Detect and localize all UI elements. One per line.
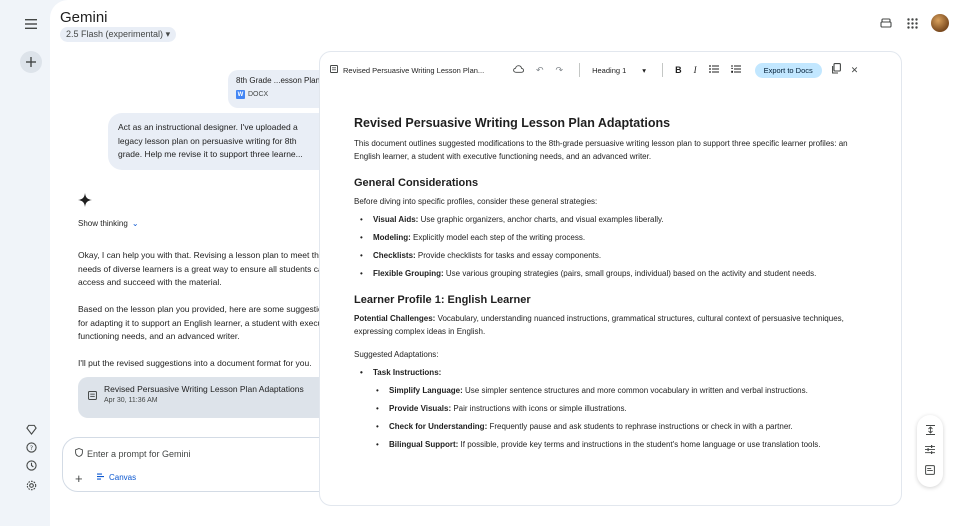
close-icon[interactable]: ✕ xyxy=(851,65,859,76)
adaptations-list: Task Instructions: Simplify Language: Us… xyxy=(354,366,864,451)
prompt-placeholder: Enter a prompt for Gemini xyxy=(87,448,191,459)
suggested-adaptations-label: Suggested Adaptations: xyxy=(354,350,439,359)
text-length-icon[interactable] xyxy=(925,425,935,437)
redo-icon[interactable]: ↷ xyxy=(556,65,564,76)
heading-style-label: Heading 1 xyxy=(592,65,627,75)
section-heading: Learner Profile 1: English Learner xyxy=(354,294,531,306)
list-item: Modeling: Explicitly model each step of … xyxy=(354,231,864,244)
export-to-docs-button[interactable]: Export to Docs xyxy=(754,62,822,78)
bold-button[interactable]: B xyxy=(675,65,682,75)
canvas-toolbar: Revised Persuasive Writing Lesson Plan..… xyxy=(320,52,901,88)
list-item: Check for Understanding: Frequently paus… xyxy=(354,420,864,433)
section-lead: Before diving into specific profiles, co… xyxy=(354,197,598,206)
list-item: Bilingual Support: If possible, provide … xyxy=(354,438,864,451)
copy-icon[interactable] xyxy=(831,63,841,77)
canvas-document-card[interactable]: Revised Persuasive Writing Lesson Plan A… xyxy=(78,377,341,418)
suggest-edits-icon[interactable] xyxy=(925,464,935,477)
list-item: Simplify Language: Use simpler sentence … xyxy=(354,384,864,397)
document-icon xyxy=(88,391,97,402)
response-paragraph: Based on the lesson plan you provided, h… xyxy=(78,304,336,341)
show-thinking-label: Show thinking xyxy=(78,219,128,228)
chevron-down-icon: ⌄ xyxy=(131,219,139,228)
model-selector[interactable]: 2.5 Flash (experimental) ▾ xyxy=(60,27,177,42)
prompt-input-box[interactable]: Enter a prompt for Gemini + Canvas xyxy=(62,437,354,492)
document-intro: This document outlines suggested modific… xyxy=(354,139,848,161)
canvas-toggle[interactable]: Canvas xyxy=(97,473,136,482)
show-thinking-toggle[interactable]: Show thinking ⌄ xyxy=(78,219,139,228)
shield-icon xyxy=(75,448,83,459)
canvas-document[interactable]: Revised Persuasive Writing Lesson Plan A… xyxy=(354,116,864,456)
add-attachment-button[interactable]: + xyxy=(75,471,83,486)
plus-icon xyxy=(26,57,36,67)
avatar[interactable] xyxy=(931,14,949,32)
doc-card-title: Revised Persuasive Writing Lesson Plan A… xyxy=(104,384,304,394)
heading-style-select[interactable]: Heading 1 ▾ xyxy=(592,66,646,75)
floating-edit-tools xyxy=(917,415,943,487)
word-doc-icon: W xyxy=(236,90,245,99)
bulleted-list-icon[interactable] xyxy=(708,65,719,75)
settings-icon[interactable] xyxy=(20,474,42,496)
canvas-icon xyxy=(97,473,106,482)
canvas-doc-title: Revised Persuasive Writing Lesson Plan..… xyxy=(343,65,485,75)
document-icon xyxy=(330,65,339,75)
section-heading: General Considerations xyxy=(354,177,479,189)
response-paragraph: Okay, I can help you with that. Revising… xyxy=(78,250,328,287)
document-title: Revised Persuasive Writing Lesson Plan A… xyxy=(354,116,671,130)
model-label: 2.5 Flash (experimental) xyxy=(66,29,164,39)
new-chat-button[interactable] xyxy=(20,51,42,73)
menu-icon[interactable] xyxy=(20,13,42,35)
activity-icon[interactable] xyxy=(20,454,42,476)
challenges-paragraph: Potential Challenges: Vocabulary, unders… xyxy=(354,314,844,336)
prompt-input[interactable]: Enter a prompt for Gemini xyxy=(75,448,191,459)
app-title: Gemini xyxy=(60,9,108,26)
doc-card-date: Apr 30, 11:36 AM xyxy=(104,397,158,404)
list-item: Provide Visuals: Pair instructions with … xyxy=(354,402,864,415)
top-right-actions xyxy=(879,14,949,32)
incognito-icon[interactable] xyxy=(879,16,893,30)
undo-icon[interactable]: ↶ xyxy=(536,65,544,76)
gemini-spark-icon xyxy=(78,193,92,207)
cloud-saved-icon xyxy=(513,65,524,75)
list-item: Task Instructions: xyxy=(354,366,864,379)
svg-text:?: ? xyxy=(29,443,32,451)
toolbar-divider xyxy=(579,63,581,77)
list-item: Visual Aids: Use graphic organizers, anc… xyxy=(354,213,864,226)
italic-button[interactable]: I xyxy=(694,65,697,75)
list-item: Checklists: Provide checklists for tasks… xyxy=(354,249,864,262)
user-prompt-bubble: Act as an instructional designer. I've u… xyxy=(108,113,341,170)
adjust-icon[interactable] xyxy=(925,445,935,456)
numbered-list-icon[interactable] xyxy=(730,65,741,75)
user-prompt-text: Act as an instructional designer. I've u… xyxy=(118,122,303,159)
general-list: Visual Aids: Use graphic organizers, anc… xyxy=(354,213,864,280)
canvas-panel: Revised Persuasive Writing Lesson Plan..… xyxy=(319,51,902,506)
caret-down-icon: ▾ xyxy=(165,29,171,39)
toolbar-divider xyxy=(662,63,664,77)
list-item: Flexible Grouping: Use various grouping … xyxy=(354,267,864,280)
response-paragraph: I'll put the revised suggestions into a … xyxy=(78,358,312,368)
file-type-label: DOCX xyxy=(248,91,269,98)
caret-down-icon: ▾ xyxy=(642,65,647,75)
apps-grid-icon[interactable] xyxy=(905,16,919,30)
canvas-label: Canvas xyxy=(109,473,137,482)
